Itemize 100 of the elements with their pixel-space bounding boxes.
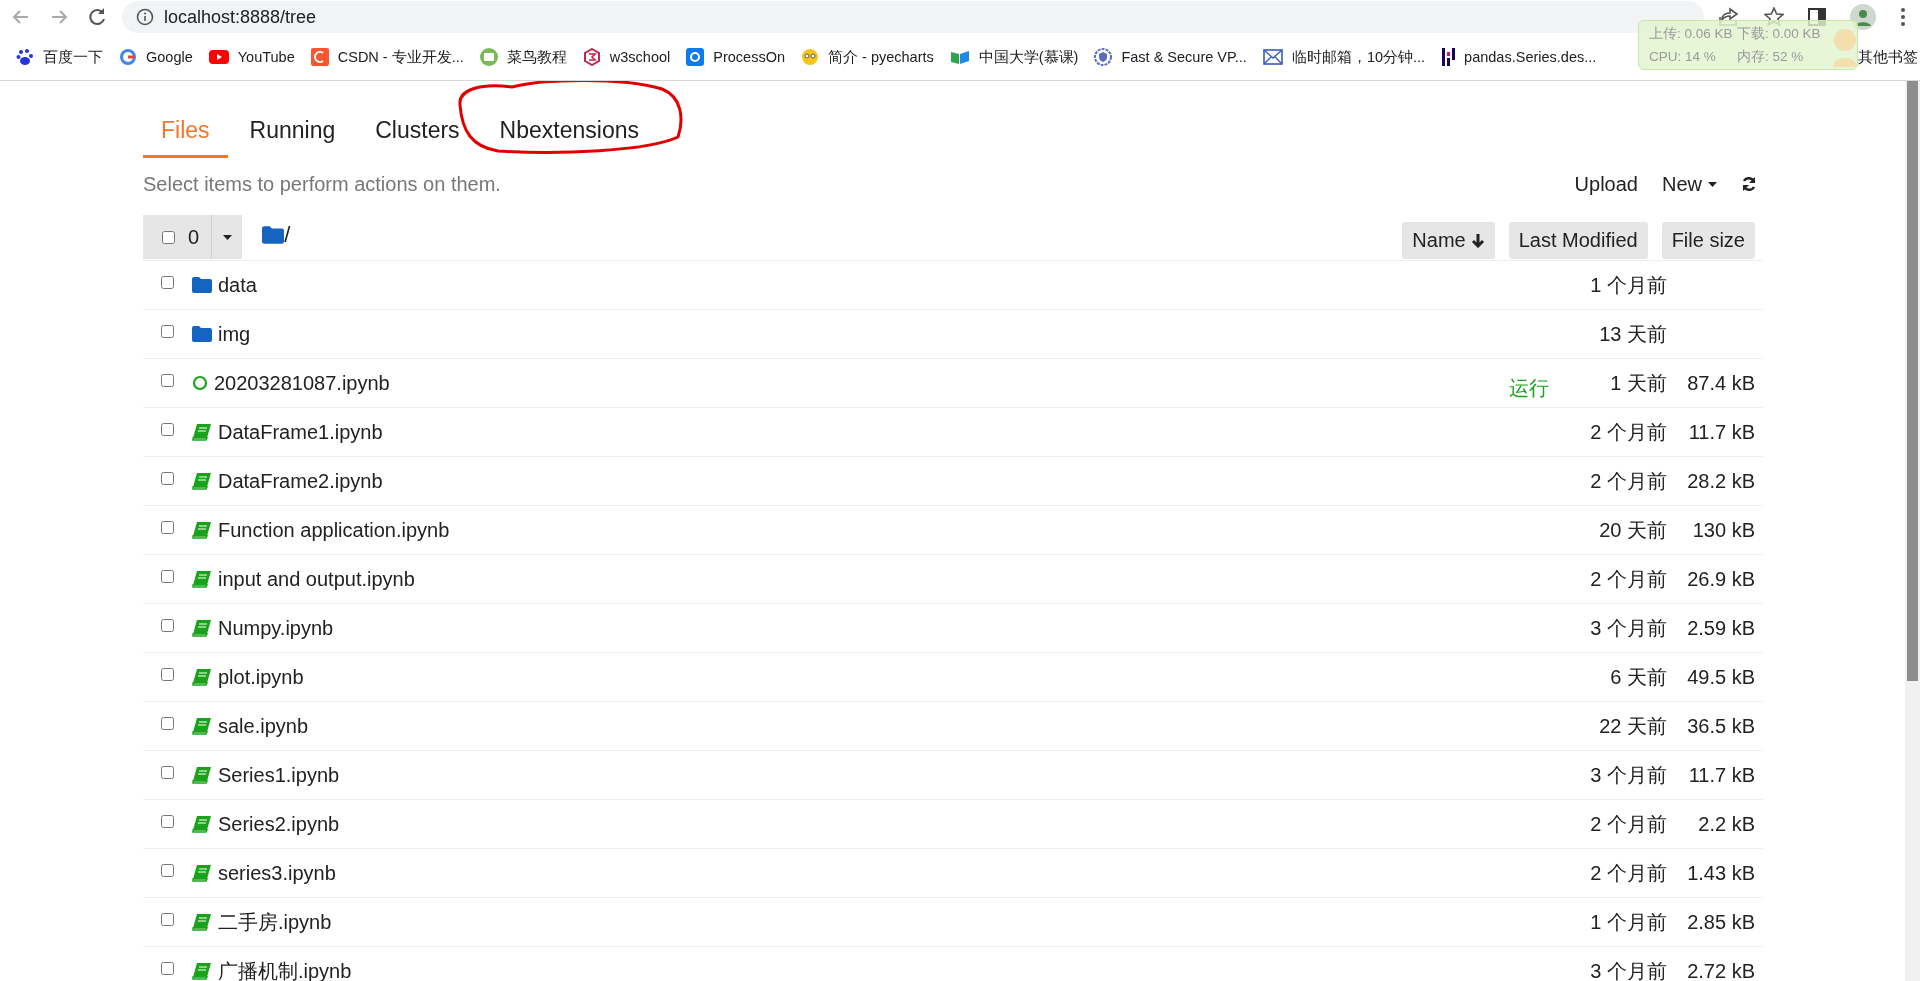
size-text: 11.7 kB	[1687, 763, 1755, 787]
caret-icon[interactable]	[222, 234, 232, 240]
path-link[interactable]: /	[284, 222, 291, 248]
bookmark-link[interactable]: pandas.Series.des...	[1464, 49, 1597, 65]
monitor-reading: CPU: 14 %	[1649, 49, 1717, 64]
play-icon	[208, 50, 229, 64]
book-icon	[192, 423, 212, 441]
file-link[interactable]: DataFrame2.ipynb	[218, 469, 1557, 493]
file-link[interactable]: Numpy.ipynb	[218, 616, 1557, 640]
bookmark-link[interactable]: 百度一下	[43, 47, 103, 67]
row-checkbox[interactable]	[161, 716, 174, 730]
bookmark-link[interactable]: Fast & Secure VP...	[1121, 49, 1247, 65]
menu-icon[interactable]	[1900, 7, 1906, 27]
file-link[interactable]: plot.ipynb	[218, 665, 1557, 689]
info-icon[interactable]	[136, 8, 154, 26]
book-icon	[192, 521, 212, 539]
row-checkbox[interactable]	[161, 422, 174, 436]
row-checkbox[interactable]	[161, 520, 174, 534]
modified-text: 2 个月前	[1589, 811, 1667, 837]
row-checkbox[interactable]	[161, 912, 174, 926]
row-checkbox[interactable]	[161, 324, 174, 338]
book-icon	[949, 49, 970, 65]
bookmark-link[interactable]: CSDN - 专业开发...	[337, 47, 464, 67]
size-text: 1.43 kB	[1686, 861, 1755, 885]
book-icon	[192, 619, 212, 637]
file-link[interactable]: 广播机制.ipynb	[218, 957, 1557, 981]
row-checkbox[interactable]	[161, 863, 174, 877]
row-checkbox[interactable]	[161, 373, 174, 387]
file-link[interactable]: input and output.ipynb	[218, 567, 1557, 591]
book-icon	[192, 472, 212, 490]
ring-icon	[119, 48, 137, 66]
sort-button[interactable]: File size	[1661, 221, 1755, 259]
row-checkbox[interactable]	[161, 275, 174, 289]
file-link[interactable]: sale.ipynb	[218, 714, 1557, 738]
caret-icon[interactable]	[1708, 181, 1717, 187]
bookmark-link[interactable]: 简介 - pyecharts	[828, 47, 934, 67]
arrow-down-icon[interactable]	[1470, 232, 1485, 248]
new-button[interactable]: New	[1662, 172, 1717, 196]
url-text[interactable]: localhost:8888/tree	[164, 6, 317, 28]
face-icon	[801, 48, 819, 66]
bookmark-link[interactable]: 中国大学(慕课)	[978, 47, 1079, 67]
modified-text: 2 个月前	[1589, 860, 1667, 886]
book-icon	[192, 668, 212, 686]
size-text: 130 kB	[1691, 518, 1755, 542]
file-link[interactable]: Series1.ipynb	[218, 763, 1557, 787]
scrollbar-thumb[interactable]	[1907, 81, 1918, 681]
sort-button[interactable]: Last Modified	[1508, 221, 1648, 259]
size-text: 2.2 kB	[1697, 812, 1755, 836]
tab[interactable]: Nbextensions	[481, 117, 657, 158]
row-checkbox[interactable]	[161, 569, 174, 583]
row-checkbox[interactable]	[161, 618, 174, 632]
modified-text: 2 个月前	[1589, 566, 1667, 592]
square-icon	[310, 48, 329, 66]
file-link[interactable]: 20203281087.ipynb	[214, 371, 1509, 395]
file-link[interactable]: Function application.ipynb	[218, 518, 1557, 542]
modified-text: 1 个月前	[1589, 909, 1667, 935]
count-text: 0	[188, 225, 200, 249]
file-link[interactable]: data	[218, 273, 1557, 297]
monitor-reading: 内存: 52 %	[1737, 47, 1805, 66]
bars-icon	[1441, 48, 1456, 66]
file-link[interactable]: series3.ipynb	[218, 861, 1557, 885]
folder-icon	[192, 277, 212, 293]
row-checkbox[interactable]	[161, 961, 174, 975]
book-icon	[192, 815, 212, 833]
reload-icon[interactable]	[86, 6, 108, 28]
row-checkbox[interactable]	[161, 765, 174, 779]
size-text: 87.4 kB	[1686, 371, 1755, 395]
bookmark-link[interactable]: Google	[146, 49, 193, 65]
file-link[interactable]: Series2.ipynb	[218, 812, 1557, 836]
square-icon	[686, 48, 705, 66]
refresh-icon[interactable]	[1741, 176, 1757, 192]
row-checkbox[interactable]	[161, 814, 174, 828]
file-link[interactable]: 二手房.ipynb	[218, 908, 1557, 936]
select-all-checkbox[interactable]	[162, 230, 175, 244]
bookmark-link[interactable]: 菜鸟教程	[506, 47, 567, 67]
file-link[interactable]: DataFrame1.ipynb	[218, 420, 1557, 444]
bookmark-link[interactable]: 临时邮箱，10分钟...	[1291, 47, 1426, 67]
modified-text: 2 个月前	[1589, 468, 1667, 494]
size-text: 26.9 kB	[1686, 567, 1755, 591]
modified-text: 6 天前	[1609, 664, 1667, 690]
tab[interactable]: Clusters	[357, 117, 478, 158]
modified-text: 2 个月前	[1589, 419, 1667, 445]
paw-icon	[16, 48, 34, 66]
bookmark-link[interactable]: YouTube	[237, 49, 295, 65]
running-status: 运行	[1509, 375, 1549, 401]
book-icon	[192, 962, 212, 980]
modified-text: 3 个月前	[1589, 958, 1667, 981]
circle-icon	[479, 48, 498, 66]
bookmark-link[interactable]: 其他书签	[1858, 47, 1918, 67]
row-checkbox[interactable]	[161, 667, 174, 681]
file-link[interactable]: img	[218, 322, 1557, 346]
size-text: 11.7 kB	[1687, 420, 1755, 444]
size-text: 36.5 kB	[1686, 714, 1755, 738]
sort-button[interactable]: Name	[1402, 221, 1495, 259]
bookmark-link[interactable]: ProcessOn	[713, 49, 785, 65]
tab[interactable]: Running	[231, 117, 354, 158]
row-checkbox[interactable]	[161, 471, 174, 485]
upload-button[interactable]: Upload	[1574, 172, 1638, 196]
bookmark-link[interactable]: w3school	[609, 49, 671, 65]
folder-icon[interactable]	[262, 226, 285, 244]
